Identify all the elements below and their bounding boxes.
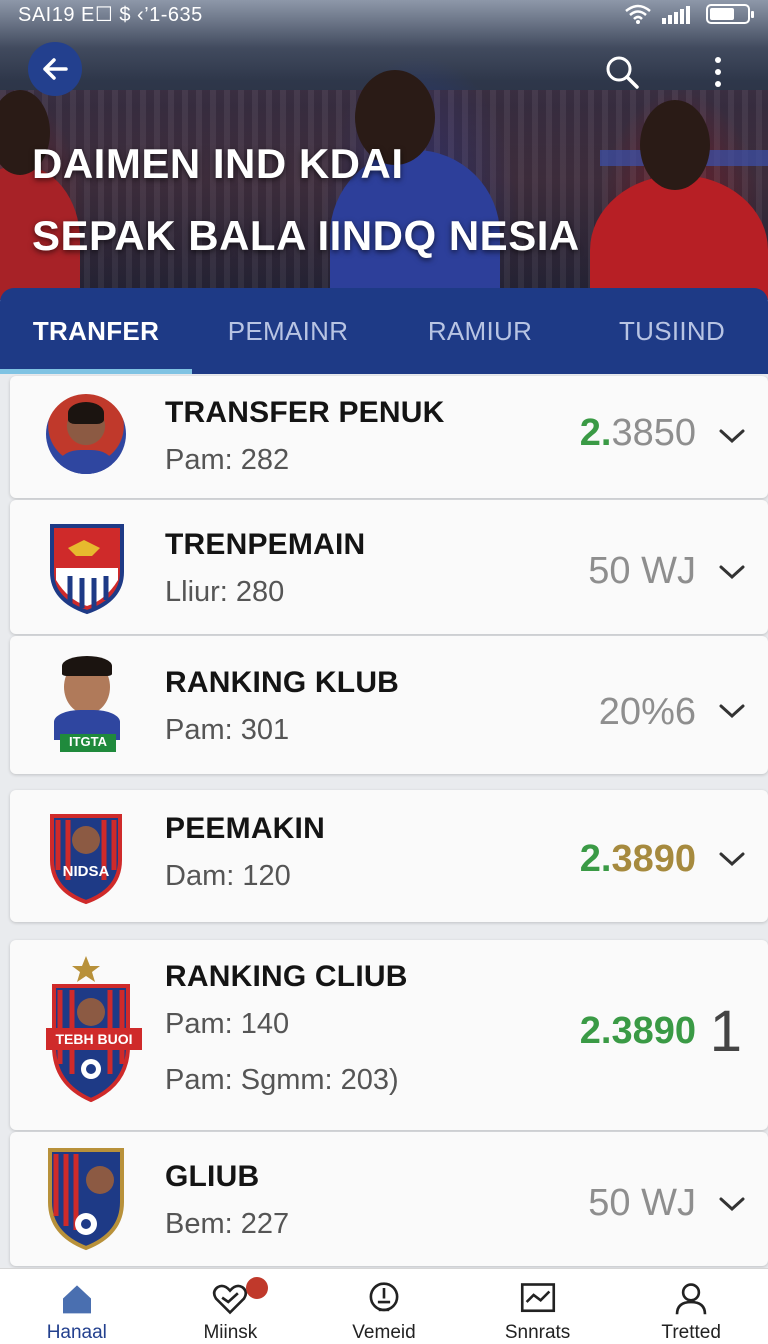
nav-label: Hanaal <box>46 1322 107 1343</box>
club-crest-icon <box>50 524 124 615</box>
bottom-navigation: Hanaal Miinsk Vemeid Snnrats Tretted <box>0 1268 768 1344</box>
item-subtitle: Bem: 227 <box>165 1208 290 1240</box>
item-value: 50 WJ <box>588 550 696 592</box>
item-subtitle-secondary: Pam: Sgmm: 203) <box>165 1064 399 1096</box>
chevron-down-icon[interactable] <box>718 1195 746 1213</box>
list-item[interactable]: ITGTA RANKING KLUB Pam: 301 20%6 <box>10 636 768 774</box>
crest-badge-label: ITGTA <box>60 734 116 752</box>
list-item[interactable]: TRENPEMAIN Lliur: 280 50 WJ <box>10 500 768 634</box>
item-title: PEEMAKIN <box>165 812 325 845</box>
nav-item-snnrats[interactable]: Snnrats <box>461 1269 615 1344</box>
page-title-line1: DAIMEN IND KDAI <box>32 140 404 187</box>
item-title: TRANSFER PENUK <box>165 396 445 429</box>
crest-label: TEBH BUOI <box>56 1031 133 1047</box>
list-item[interactable]: TEBH BUOI RANKING CLIUB Pam: 140 Pam: Sg… <box>10 940 768 1130</box>
club-crest-icon: NIDSA <box>50 814 122 905</box>
trophy-icon <box>369 1282 399 1312</box>
nav-item-tretted[interactable]: Tretted <box>614 1269 768 1344</box>
item-subtitle: Pam: 140 <box>165 1008 290 1040</box>
nav-item-home[interactable]: Hanaal <box>0 1269 154 1344</box>
item-title: RANKING CLIUB <box>165 960 408 993</box>
status-time: SAI19 E☐ $ ‹’1-635 <box>18 3 203 26</box>
nav-label: Miinsk <box>203 1322 258 1343</box>
nav-item-vemeid[interactable]: Vemeid <box>307 1269 461 1344</box>
list-item[interactable]: TRANSFER PENUK Pam: 282 2.3850 <box>10 376 768 498</box>
item-value: 2.3850 <box>579 412 696 454</box>
tab-ramiur[interactable]: RAMIUR <box>384 288 576 374</box>
tab-pemainr[interactable]: PEMAINR <box>192 288 384 374</box>
chart-icon <box>520 1283 555 1313</box>
search-button[interactable] <box>600 50 644 94</box>
player-avatar <box>46 394 126 474</box>
battery-icon <box>706 4 754 24</box>
more-options-button[interactable] <box>700 50 736 94</box>
item-value: 2.3890 <box>579 838 696 880</box>
back-button[interactable] <box>28 42 82 96</box>
crest-label: NIDSA <box>63 863 110 880</box>
club-crest-icon <box>48 1148 124 1251</box>
player-head-right <box>640 100 710 190</box>
notification-badge <box>245 1277 268 1299</box>
home-icon <box>62 1285 91 1314</box>
item-subtitle: Dam: 120 <box>165 860 291 892</box>
item-subtitle: Pam: 282 <box>165 444 290 476</box>
chevron-down-icon[interactable] <box>718 850 746 868</box>
search-icon <box>606 56 639 89</box>
list-item[interactable]: GLIUB Bem: 227 50 WJ <box>10 1132 768 1266</box>
chevron-down-icon[interactable] <box>718 563 746 581</box>
chevron-down-icon[interactable] <box>718 702 746 720</box>
arrow-left-icon <box>43 58 68 80</box>
tab-bar: TRANFER PEMAINR RAMIUR TUSIIND <box>0 288 768 374</box>
tab-tranfer[interactable]: TRANFER <box>0 288 192 374</box>
item-subtitle: Pam: 301 <box>165 714 290 746</box>
item-value: 20%6 <box>598 691 696 733</box>
more-vertical-icon <box>715 57 721 63</box>
nav-label: Vemeid <box>352 1322 416 1343</box>
nav-label: Tretted <box>661 1322 721 1343</box>
wifi-icon <box>625 4 651 24</box>
item-trailing-number: 1 <box>709 999 742 1064</box>
item-value: 2.3890 <box>579 1010 696 1052</box>
chevron-down-icon[interactable] <box>718 427 746 445</box>
item-title: GLIUB <box>165 1160 260 1193</box>
item-subtitle: Lliur: 280 <box>165 576 285 608</box>
club-crest-icon: TEBH BUOI <box>46 956 142 1103</box>
status-bar: SAI19 E☐ $ ‹’1-635 <box>0 0 768 28</box>
list-item[interactable]: NIDSA PEEMAKIN Dam: 120 2.3890 <box>10 790 768 922</box>
tab-tusiind[interactable]: TUSIIND <box>576 288 768 374</box>
hero-banner: SAI19 E☐ $ ‹’1-635 DAIMEN IND KDAI SEPAK… <box>0 0 768 300</box>
signal-icon <box>662 6 690 24</box>
player-portrait: ITGTA <box>46 656 126 756</box>
profile-icon <box>675 1283 707 1315</box>
item-title: TRENPEMAIN <box>165 528 366 561</box>
item-value: 50 WJ <box>588 1182 696 1224</box>
nav-label: Snnrats <box>504 1322 571 1343</box>
item-title: RANKING KLUB <box>165 666 400 699</box>
page-title-line2: SEPAK BALA IINDQ NESIA <box>32 212 580 259</box>
nav-item-miinsk[interactable]: Miinsk <box>154 1269 308 1344</box>
